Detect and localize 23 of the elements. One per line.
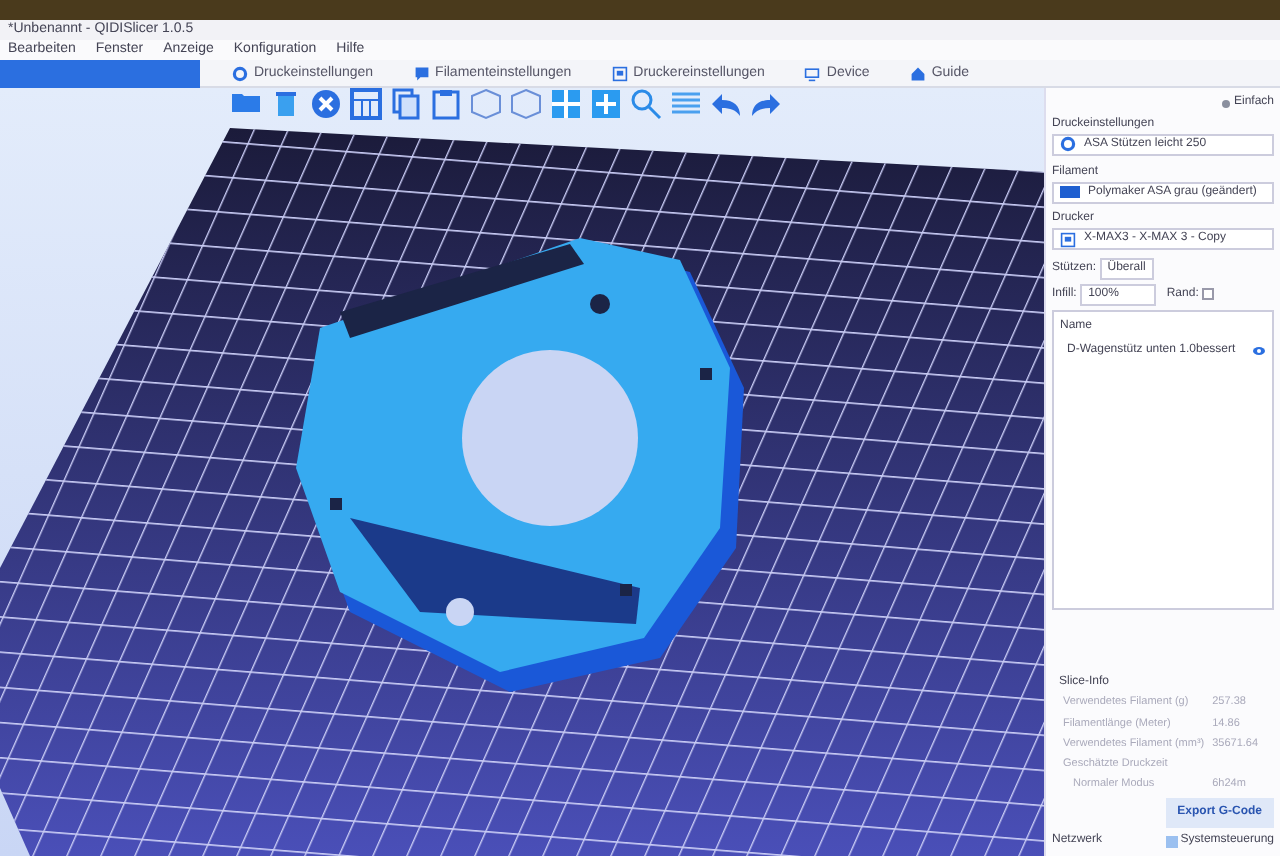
copy-icon[interactable] (390, 88, 422, 120)
printer-icon (1060, 231, 1076, 248)
house-icon (909, 66, 926, 82)
layout-icon[interactable] (550, 88, 582, 120)
search-icon[interactable] (630, 88, 662, 120)
brim-checkbox[interactable] (1202, 288, 1215, 301)
gear-icon (1060, 136, 1076, 153)
grid-icon[interactable] (350, 88, 382, 120)
mode-dot (1222, 99, 1231, 107)
cube-icon[interactable] (470, 88, 502, 120)
eye-icon[interactable] (1252, 346, 1266, 356)
panel-icon (1165, 835, 1178, 847)
monitor-icon (804, 66, 821, 82)
arrange-icon[interactable] (590, 88, 622, 120)
clipboard-icon[interactable] (430, 88, 462, 120)
printer-icon (611, 66, 628, 82)
gear-icon (232, 66, 248, 82)
layers-icon[interactable] (670, 88, 702, 120)
cube-icon[interactable] (510, 88, 542, 120)
speech-bubble-icon (413, 66, 430, 82)
trash-icon[interactable] (270, 88, 302, 120)
redo-icon[interactable] (750, 88, 782, 120)
close-icon[interactable] (310, 88, 342, 120)
